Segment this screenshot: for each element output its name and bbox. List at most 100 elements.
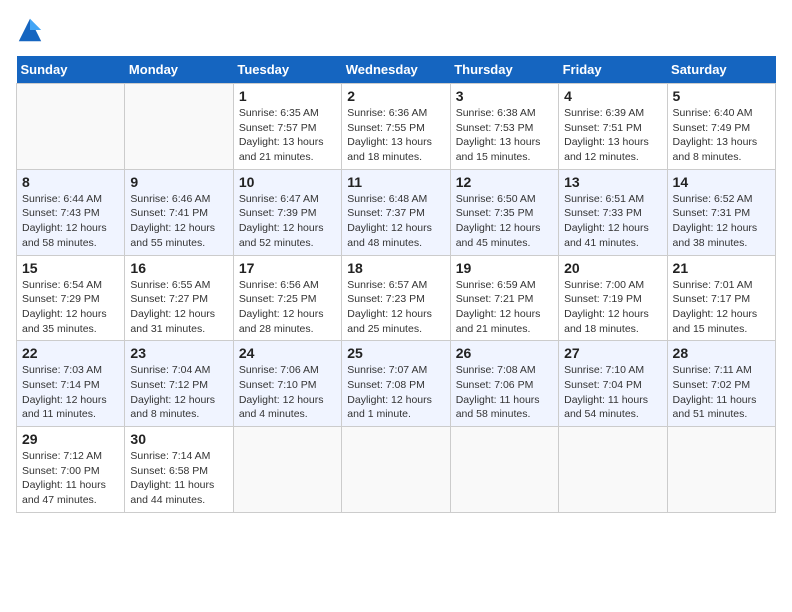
day-info: Sunrise: 7:14 AM Sunset: 6:58 PM Dayligh… — [130, 449, 227, 508]
day-header-saturday: Saturday — [667, 56, 775, 84]
day-number: 30 — [130, 431, 227, 447]
calendar-cell: 28 Sunrise: 7:11 AM Sunset: 7:02 PM Dayl… — [667, 341, 775, 427]
day-number: 9 — [130, 174, 227, 190]
day-info: Sunrise: 6:38 AM Sunset: 7:53 PM Dayligh… — [456, 106, 553, 165]
calendar-cell — [342, 427, 450, 513]
calendar-cell: 19 Sunrise: 6:59 AM Sunset: 7:21 PM Dayl… — [450, 255, 558, 341]
calendar-cell: 30 Sunrise: 7:14 AM Sunset: 6:58 PM Dayl… — [125, 427, 233, 513]
calendar-cell: 22 Sunrise: 7:03 AM Sunset: 7:14 PM Dayl… — [17, 341, 125, 427]
calendar-cell: 13 Sunrise: 6:51 AM Sunset: 7:33 PM Dayl… — [559, 169, 667, 255]
page-header — [16, 16, 776, 44]
day-number: 3 — [456, 88, 553, 104]
day-number: 26 — [456, 345, 553, 361]
calendar-cell: 26 Sunrise: 7:08 AM Sunset: 7:06 PM Dayl… — [450, 341, 558, 427]
day-number: 15 — [22, 260, 119, 276]
day-info: Sunrise: 7:11 AM Sunset: 7:02 PM Dayligh… — [673, 363, 770, 422]
day-info: Sunrise: 6:36 AM Sunset: 7:55 PM Dayligh… — [347, 106, 444, 165]
day-info: Sunrise: 6:39 AM Sunset: 7:51 PM Dayligh… — [564, 106, 661, 165]
calendar-cell — [125, 84, 233, 170]
day-header-monday: Monday — [125, 56, 233, 84]
day-info: Sunrise: 7:06 AM Sunset: 7:10 PM Dayligh… — [239, 363, 336, 422]
day-number: 19 — [456, 260, 553, 276]
day-info: Sunrise: 7:04 AM Sunset: 7:12 PM Dayligh… — [130, 363, 227, 422]
calendar-cell: 2 Sunrise: 6:36 AM Sunset: 7:55 PM Dayli… — [342, 84, 450, 170]
day-number: 1 — [239, 88, 336, 104]
day-number: 28 — [673, 345, 770, 361]
day-info: Sunrise: 7:01 AM Sunset: 7:17 PM Dayligh… — [673, 278, 770, 337]
day-info: Sunrise: 6:47 AM Sunset: 7:39 PM Dayligh… — [239, 192, 336, 251]
day-info: Sunrise: 6:51 AM Sunset: 7:33 PM Dayligh… — [564, 192, 661, 251]
calendar-cell: 3 Sunrise: 6:38 AM Sunset: 7:53 PM Dayli… — [450, 84, 558, 170]
logo-icon — [16, 16, 44, 44]
calendar-cell — [559, 427, 667, 513]
day-number: 24 — [239, 345, 336, 361]
day-info: Sunrise: 6:59 AM Sunset: 7:21 PM Dayligh… — [456, 278, 553, 337]
day-info: Sunrise: 6:55 AM Sunset: 7:27 PM Dayligh… — [130, 278, 227, 337]
day-info: Sunrise: 7:03 AM Sunset: 7:14 PM Dayligh… — [22, 363, 119, 422]
day-info: Sunrise: 7:10 AM Sunset: 7:04 PM Dayligh… — [564, 363, 661, 422]
day-number: 23 — [130, 345, 227, 361]
calendar-cell: 27 Sunrise: 7:10 AM Sunset: 7:04 PM Dayl… — [559, 341, 667, 427]
day-header-tuesday: Tuesday — [233, 56, 341, 84]
day-info: Sunrise: 6:57 AM Sunset: 7:23 PM Dayligh… — [347, 278, 444, 337]
calendar-cell: 17 Sunrise: 6:56 AM Sunset: 7:25 PM Dayl… — [233, 255, 341, 341]
day-number: 2 — [347, 88, 444, 104]
day-info: Sunrise: 7:08 AM Sunset: 7:06 PM Dayligh… — [456, 363, 553, 422]
day-number: 17 — [239, 260, 336, 276]
day-info: Sunrise: 6:35 AM Sunset: 7:57 PM Dayligh… — [239, 106, 336, 165]
calendar-cell: 5 Sunrise: 6:40 AM Sunset: 7:49 PM Dayli… — [667, 84, 775, 170]
calendar-cell: 4 Sunrise: 6:39 AM Sunset: 7:51 PM Dayli… — [559, 84, 667, 170]
calendar-cell: 25 Sunrise: 7:07 AM Sunset: 7:08 PM Dayl… — [342, 341, 450, 427]
day-info: Sunrise: 6:56 AM Sunset: 7:25 PM Dayligh… — [239, 278, 336, 337]
calendar-cell: 9 Sunrise: 6:46 AM Sunset: 7:41 PM Dayli… — [125, 169, 233, 255]
day-info: Sunrise: 6:46 AM Sunset: 7:41 PM Dayligh… — [130, 192, 227, 251]
day-number: 18 — [347, 260, 444, 276]
day-info: Sunrise: 6:44 AM Sunset: 7:43 PM Dayligh… — [22, 192, 119, 251]
day-number: 12 — [456, 174, 553, 190]
calendar-cell: 15 Sunrise: 6:54 AM Sunset: 7:29 PM Dayl… — [17, 255, 125, 341]
day-number: 29 — [22, 431, 119, 447]
calendar-cell — [450, 427, 558, 513]
day-number: 27 — [564, 345, 661, 361]
day-info: Sunrise: 7:12 AM Sunset: 7:00 PM Dayligh… — [22, 449, 119, 508]
calendar-cell: 21 Sunrise: 7:01 AM Sunset: 7:17 PM Dayl… — [667, 255, 775, 341]
day-number: 5 — [673, 88, 770, 104]
calendar-cell — [17, 84, 125, 170]
day-header-friday: Friday — [559, 56, 667, 84]
calendar-cell — [233, 427, 341, 513]
day-number: 8 — [22, 174, 119, 190]
day-number: 10 — [239, 174, 336, 190]
calendar-cell: 10 Sunrise: 6:47 AM Sunset: 7:39 PM Dayl… — [233, 169, 341, 255]
day-info: Sunrise: 6:54 AM Sunset: 7:29 PM Dayligh… — [22, 278, 119, 337]
day-number: 13 — [564, 174, 661, 190]
day-info: Sunrise: 6:40 AM Sunset: 7:49 PM Dayligh… — [673, 106, 770, 165]
calendar-cell: 24 Sunrise: 7:06 AM Sunset: 7:10 PM Dayl… — [233, 341, 341, 427]
day-number: 25 — [347, 345, 444, 361]
calendar-cell: 1 Sunrise: 6:35 AM Sunset: 7:57 PM Dayli… — [233, 84, 341, 170]
day-number: 21 — [673, 260, 770, 276]
day-number: 16 — [130, 260, 227, 276]
calendar-cell: 23 Sunrise: 7:04 AM Sunset: 7:12 PM Dayl… — [125, 341, 233, 427]
calendar-cell — [667, 427, 775, 513]
calendar-cell: 18 Sunrise: 6:57 AM Sunset: 7:23 PM Dayl… — [342, 255, 450, 341]
calendar-cell: 29 Sunrise: 7:12 AM Sunset: 7:00 PM Dayl… — [17, 427, 125, 513]
day-number: 4 — [564, 88, 661, 104]
day-number: 20 — [564, 260, 661, 276]
calendar-cell: 16 Sunrise: 6:55 AM Sunset: 7:27 PM Dayl… — [125, 255, 233, 341]
calendar-cell: 14 Sunrise: 6:52 AM Sunset: 7:31 PM Dayl… — [667, 169, 775, 255]
day-number: 22 — [22, 345, 119, 361]
day-header-thursday: Thursday — [450, 56, 558, 84]
day-header-sunday: Sunday — [17, 56, 125, 84]
day-number: 14 — [673, 174, 770, 190]
day-info: Sunrise: 7:00 AM Sunset: 7:19 PM Dayligh… — [564, 278, 661, 337]
calendar-table: SundayMondayTuesdayWednesdayThursdayFrid… — [16, 56, 776, 513]
day-header-wednesday: Wednesday — [342, 56, 450, 84]
day-number: 11 — [347, 174, 444, 190]
calendar-cell: 20 Sunrise: 7:00 AM Sunset: 7:19 PM Dayl… — [559, 255, 667, 341]
calendar-cell: 12 Sunrise: 6:50 AM Sunset: 7:35 PM Dayl… — [450, 169, 558, 255]
calendar-cell: 8 Sunrise: 6:44 AM Sunset: 7:43 PM Dayli… — [17, 169, 125, 255]
calendar-cell: 11 Sunrise: 6:48 AM Sunset: 7:37 PM Dayl… — [342, 169, 450, 255]
day-info: Sunrise: 7:07 AM Sunset: 7:08 PM Dayligh… — [347, 363, 444, 422]
day-info: Sunrise: 6:48 AM Sunset: 7:37 PM Dayligh… — [347, 192, 444, 251]
day-info: Sunrise: 6:50 AM Sunset: 7:35 PM Dayligh… — [456, 192, 553, 251]
